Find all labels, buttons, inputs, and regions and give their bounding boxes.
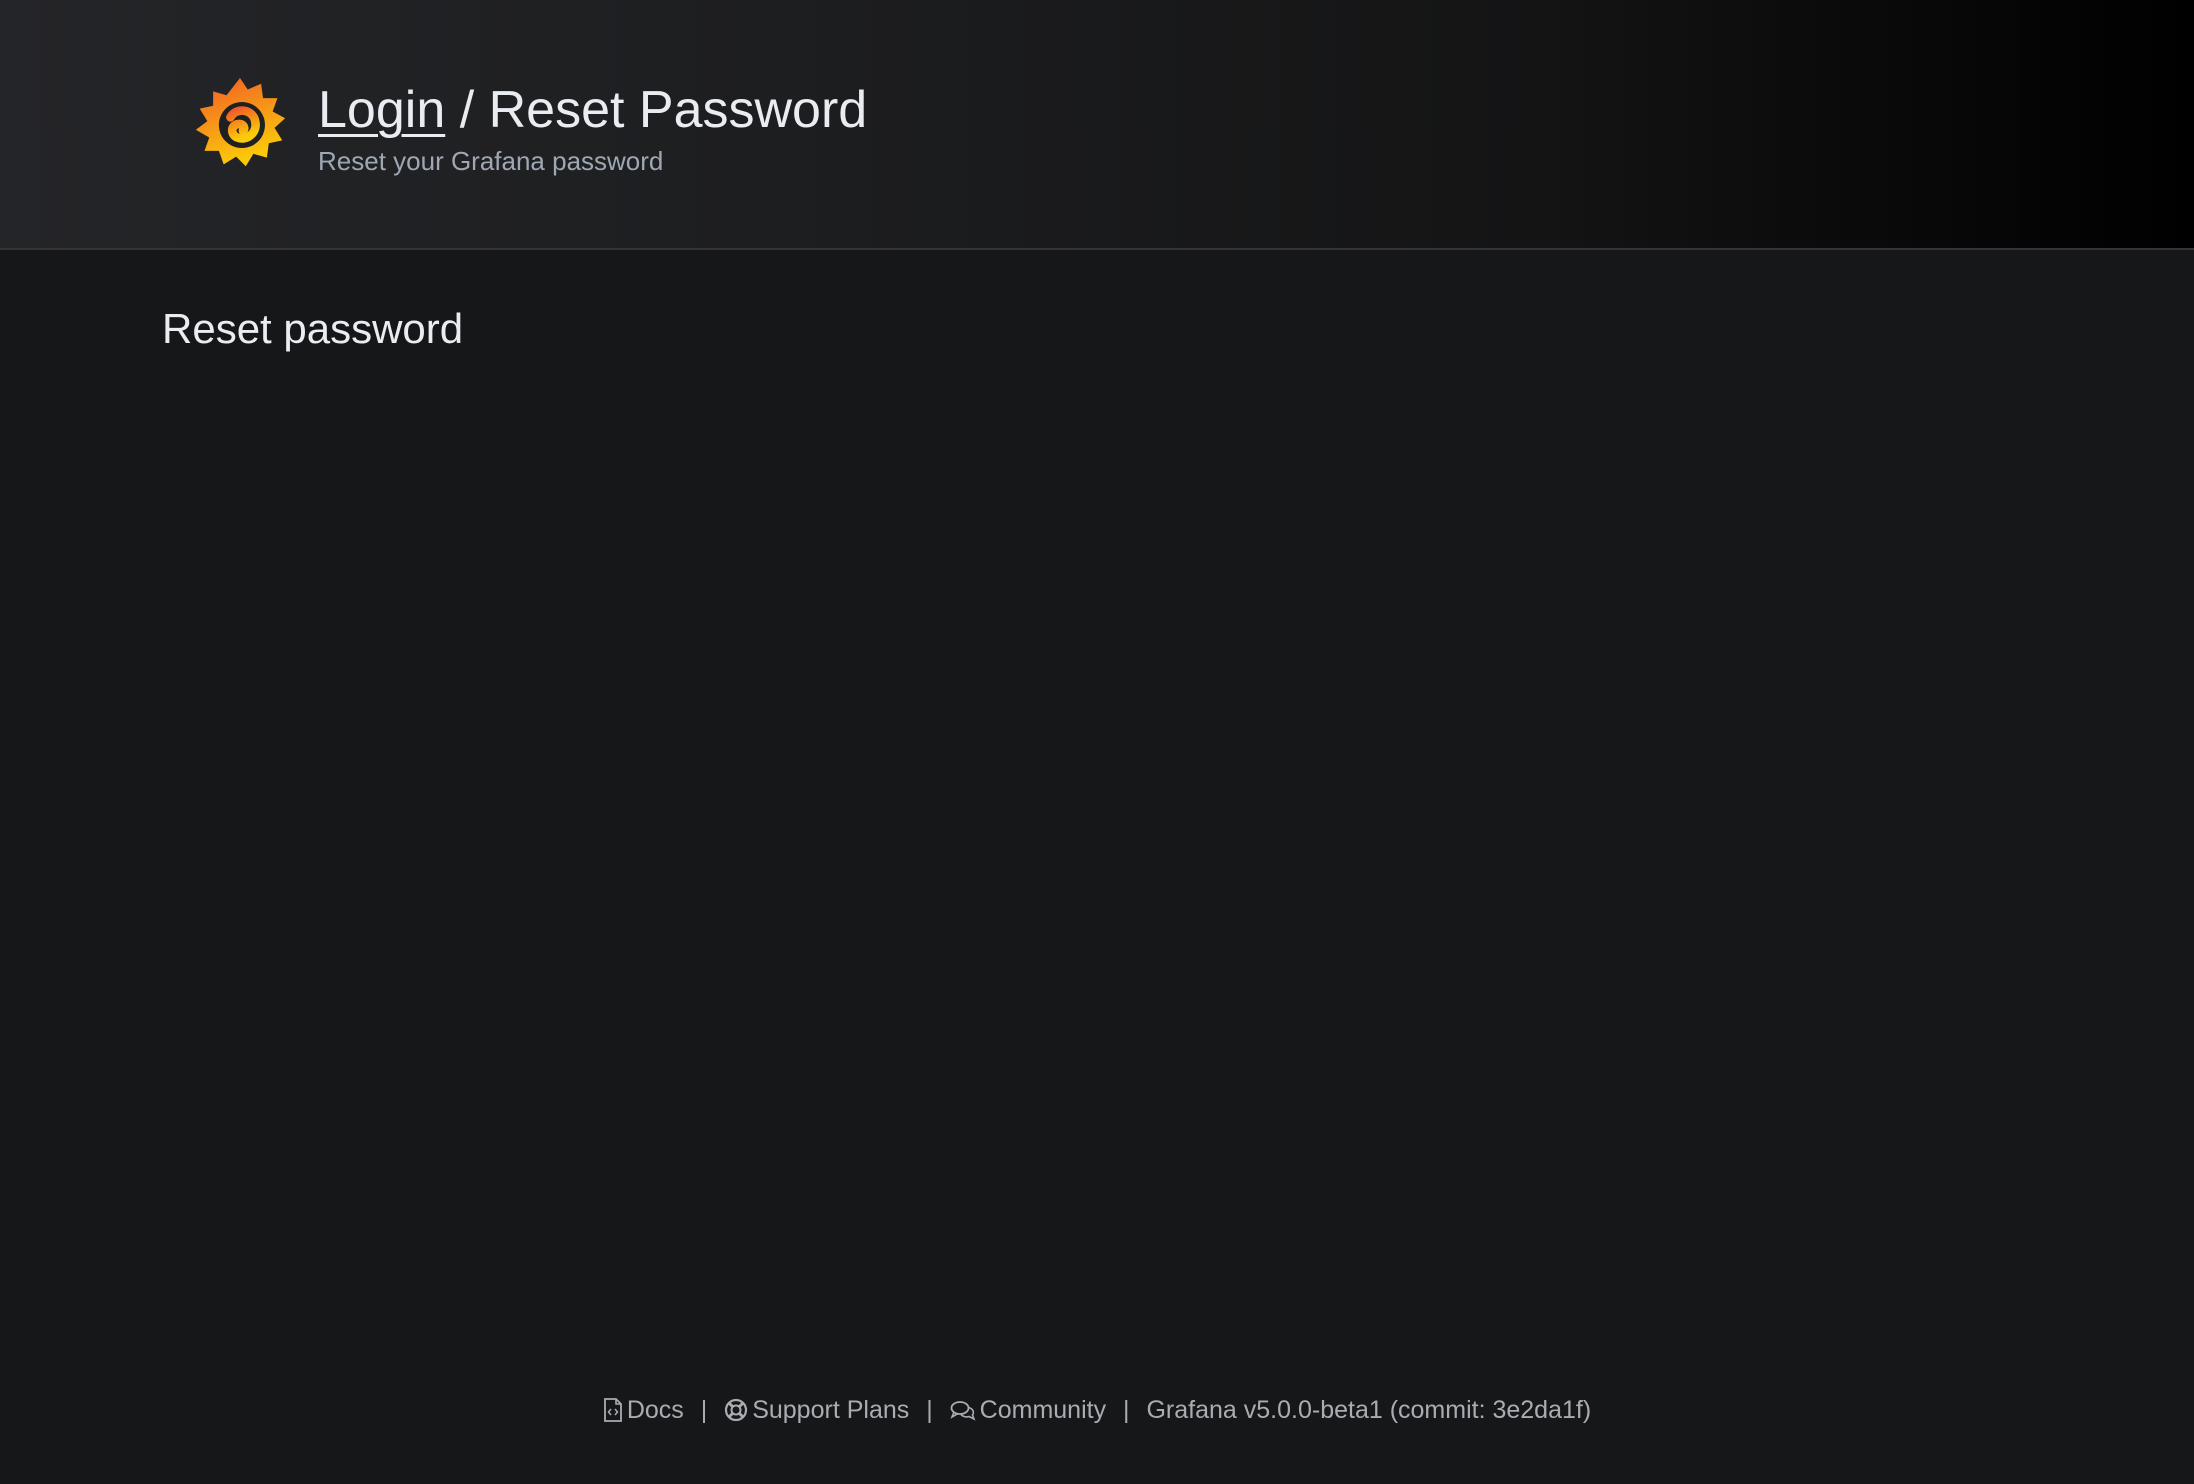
- docs-link[interactable]: Docs: [603, 1396, 691, 1424]
- login-link[interactable]: Login: [318, 81, 445, 139]
- file-code-icon: [603, 1398, 622, 1422]
- grafana-logo-icon: [195, 77, 286, 167]
- footer-separator: |: [700, 1396, 708, 1424]
- section-title: Reset password: [162, 305, 464, 352]
- footer: Docs | Support Plans | Community | Grafa…: [0, 1390, 2194, 1430]
- footer-separator: |: [1123, 1396, 1130, 1424]
- community-label: Community: [979, 1396, 1107, 1424]
- community-link[interactable]: Community: [950, 1396, 1113, 1424]
- breadcrumb-current: Reset Password: [488, 81, 868, 139]
- page-header: Login / Reset Password Reset your Grafan…: [0, 0, 2194, 250]
- header-title-block: Login / Reset Password Reset your Grafan…: [318, 78, 867, 178]
- breadcrumb-separator: /: [459, 81, 475, 139]
- comments-icon: [950, 1401, 976, 1421]
- life-ring-icon: [725, 1398, 748, 1422]
- docs-label: Docs: [626, 1396, 684, 1424]
- version-label: Grafana v5.0.0-beta1 (commit: 3e2da1f): [1146, 1396, 1592, 1424]
- footer-separator: |: [926, 1396, 933, 1424]
- support-plans-link[interactable]: Support Plans: [724, 1396, 916, 1424]
- page-subtitle: Reset your Grafana password: [318, 146, 664, 176]
- page-title: Login / Reset Password: [318, 78, 867, 142]
- support-plans-label: Support Plans: [752, 1396, 910, 1424]
